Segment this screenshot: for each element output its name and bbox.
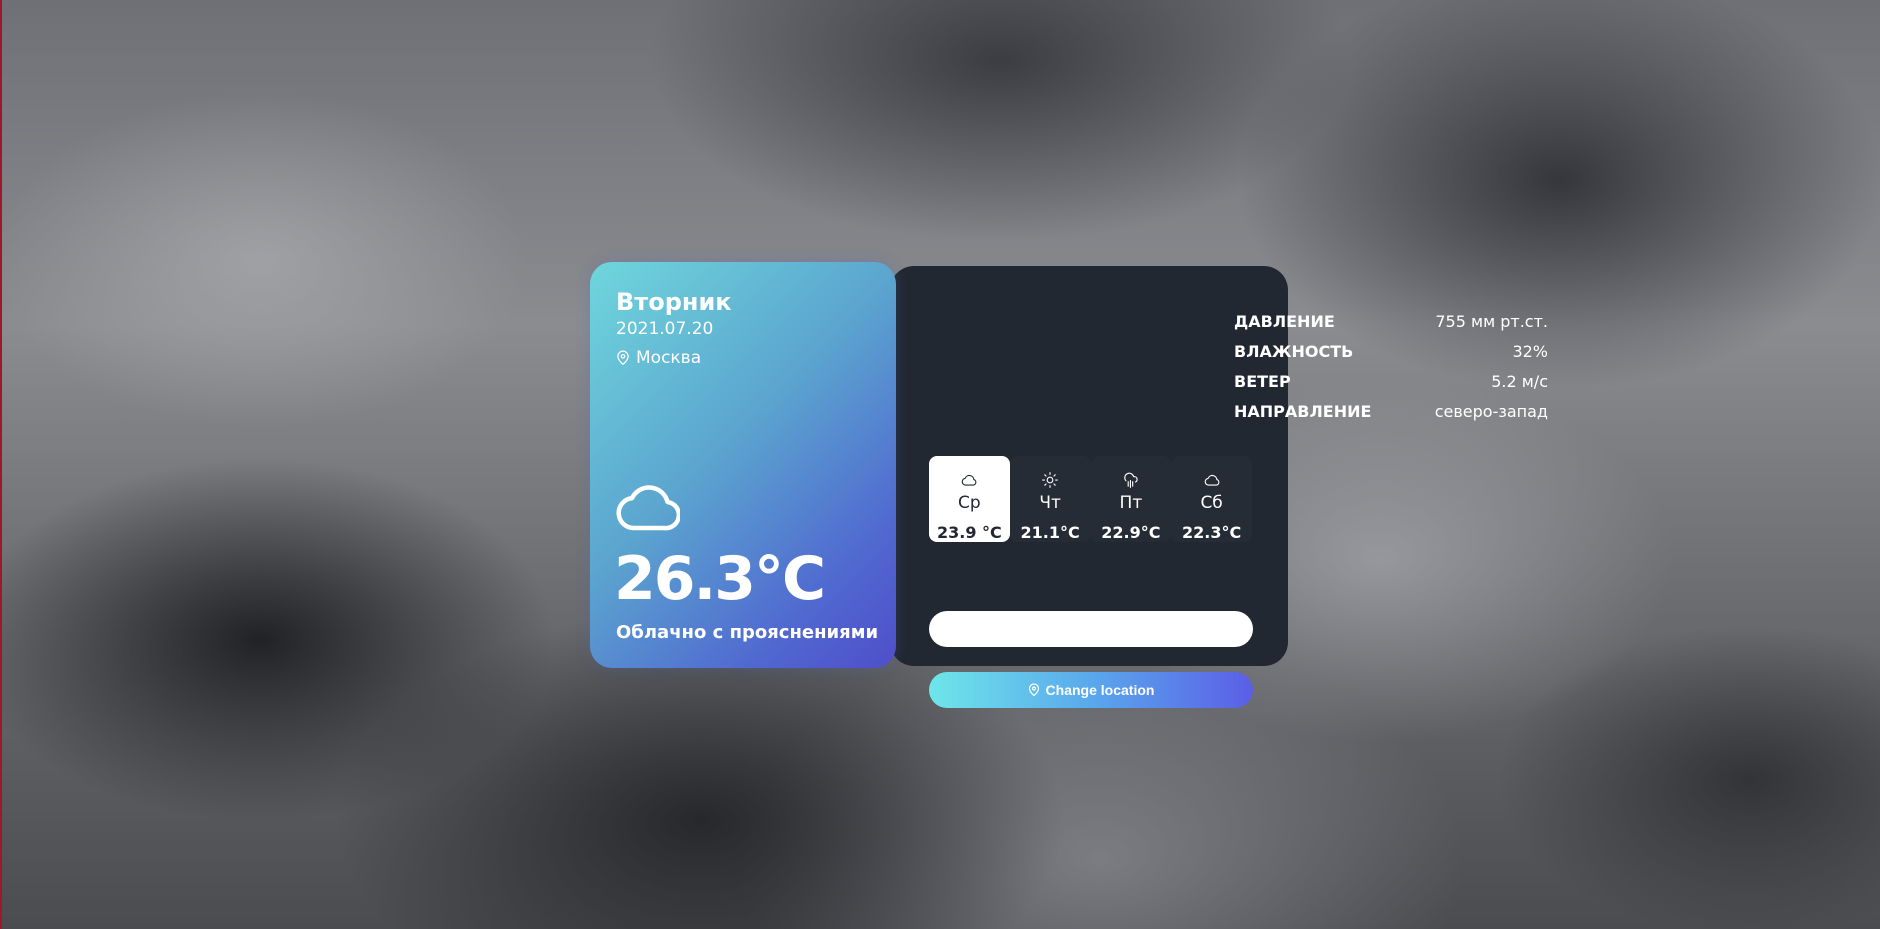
stat-value: северо-запад [1434,401,1548,421]
cloud-icon [616,485,680,531]
map-pin-icon [617,350,629,365]
current-temperature: 26.3°C [614,544,826,614]
weather-widget: ДАВЛЕНИЕ 755 мм рт.ст. ВЛАЖНОСТЬ 32% ВЕТ… [590,262,1548,714]
forecast-day-wed[interactable]: Ср 23.9 °C [929,456,1010,542]
current-day-name: Вторник [616,288,732,316]
forecast-day-sat[interactable]: Сб 22.3°C [1171,456,1252,542]
change-location-button[interactable]: Change location [929,672,1253,708]
change-location-label: Change location [1045,682,1155,698]
stat-value: 755 мм рт.ст. [1435,311,1548,331]
forecast-list: Ср 23.9 °C Чт 21.1°C Пт 22.9°C Сб 22.3°C [929,456,1252,548]
current-city: Москва [636,348,702,368]
forecast-day-temp: 23.9 °C [936,523,1002,542]
stat-value: 5.2 м/с [1491,371,1548,391]
stat-label: ВЛАЖНОСТЬ [1234,341,1354,361]
location-search-input[interactable] [929,611,1253,647]
cloud-rain-icon [1124,472,1138,488]
forecast-day-name: Ср [958,493,981,513]
stat-row-pressure: ДАВЛЕНИЕ 755 мм рт.ст. [1234,306,1548,336]
sun-icon [1042,472,1058,488]
stat-row-wind: ВЕТЕР 5.2 м/с [1234,366,1548,396]
stat-value: 32% [1512,341,1548,361]
forecast-day-fri[interactable]: Пт 22.9°C [1091,456,1172,542]
current-location: Москва [616,348,701,368]
current-date: 2021.07.20 [616,319,714,339]
forecast-day-temp: 22.9°C [1101,523,1161,542]
cloud-icon [962,474,977,486]
map-pin-icon [1028,683,1039,697]
stat-label: ДАВЛЕНИЕ [1234,311,1335,331]
forecast-day-name: Пт [1119,493,1143,513]
stat-label: ВЕТЕР [1234,371,1291,391]
current-weather-card: Вторник 2021.07.20 Москва 26.3°C Облачно… [590,262,896,668]
forecast-day-name: Сб [1200,493,1223,513]
forecast-day-temp: 21.1°C [1020,523,1080,542]
stat-row-humidity: ВЛАЖНОСТЬ 32% [1234,336,1548,366]
weather-description: Облачно с прояснениями [616,622,879,643]
forecast-day-temp: 22.3°C [1182,523,1242,542]
forecast-day-thu[interactable]: Чт 21.1°C [1010,456,1091,542]
cloud-icon [1204,474,1220,486]
stats-list: ДАВЛЕНИЕ 755 мм рт.ст. ВЛАЖНОСТЬ 32% ВЕТ… [1234,306,1548,426]
forecast-day-name: Чт [1039,493,1061,513]
stat-row-direction: НАПРАВЛЕНИЕ северо-запад [1234,396,1548,426]
window-edge [0,0,2,929]
stat-label: НАПРАВЛЕНИЕ [1234,401,1372,421]
